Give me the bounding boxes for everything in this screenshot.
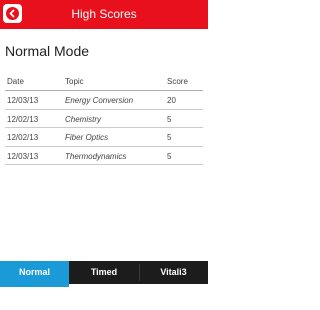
column-header-score: Score (167, 77, 188, 86)
table-row: 12/02/13 Fiber Optics 5 (5, 128, 203, 147)
row-score: 5 (167, 114, 172, 124)
row-topic: Thermodynamics (65, 151, 127, 161)
mode-tab-bar: Normal Timed Vitali3 (0, 261, 208, 284)
row-score: 5 (167, 151, 172, 161)
row-date: 12/03/13 (7, 96, 39, 105)
row-topic: Energy Conversion (65, 96, 134, 105)
bottom-spacer (0, 287, 208, 310)
tab-timed[interactable]: Timed (69, 261, 139, 284)
table-row: 12/02/13 Chemistry 5 (5, 110, 203, 128)
page-title: High Scores (71, 7, 137, 21)
chevron-left-icon (9, 9, 15, 18)
table-header: Date Topic Score (5, 72, 203, 91)
scores-table: Date Topic Score 12/03/13 Energy Convers… (5, 72, 203, 165)
row-topic: Fiber Optics (65, 133, 109, 142)
back-button[interactable] (3, 4, 22, 23)
table-row: 12/03/13 Energy Conversion 20 (5, 91, 203, 110)
row-date: 12/02/13 (7, 114, 39, 124)
section-title: Normal Mode (5, 43, 90, 59)
table-row: 12/03/13 Thermodynamics 5 (5, 147, 203, 165)
column-header-date: Date (7, 77, 24, 86)
row-score: 20 (167, 96, 176, 105)
row-date: 12/03/13 (7, 151, 39, 161)
tab-vitali3[interactable]: Vitali3 (139, 261, 208, 284)
app-bar: High Scores (0, 0, 208, 29)
row-score: 5 (167, 133, 172, 142)
tab-normal[interactable]: Normal (0, 261, 69, 284)
row-topic: Chemistry (65, 114, 102, 124)
column-header-topic: Topic (65, 77, 84, 86)
row-date: 12/02/13 (7, 133, 39, 142)
